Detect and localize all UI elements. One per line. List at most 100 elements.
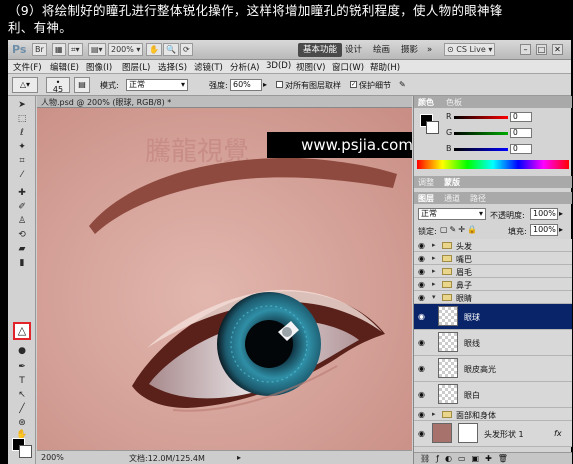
menu-analysis[interactable]: 分析(A) — [230, 61, 259, 73]
background-color-swatch[interactable] — [19, 445, 32, 458]
visibility-eye-icon[interactable]: ◉ — [418, 254, 425, 263]
blue-value[interactable]: 0 — [510, 144, 532, 154]
visibility-eye-icon[interactable]: ◉ — [418, 312, 425, 321]
fill-arrow[interactable]: ▸ — [559, 225, 563, 234]
gradient-tool-icon[interactable]: ▮ — [16, 258, 28, 268]
history-brush-tool-icon[interactable]: ⟲ — [16, 230, 28, 240]
visibility-eye-icon[interactable]: ◉ — [418, 410, 425, 419]
green-slider[interactable] — [454, 132, 508, 135]
color-spectrum[interactable] — [417, 160, 569, 169]
layer-row[interactable]: ◉ 眼白 — [414, 382, 572, 408]
bridge-button[interactable]: Br — [32, 43, 47, 56]
strength-arrow[interactable]: ▸ — [263, 80, 267, 89]
status-arrow-icon[interactable]: ▸ — [237, 453, 241, 462]
menu-window[interactable]: 窗口(W) — [332, 61, 364, 73]
red-value[interactable]: 0 — [510, 112, 532, 122]
brush-preset-picker[interactable]: • 45 — [46, 77, 70, 94]
tab-channels[interactable]: 通道 — [444, 193, 460, 204]
workspace-design[interactable]: 设计 — [340, 43, 367, 57]
group-expand-icon[interactable]: ▸ — [432, 241, 436, 249]
menu-layer[interactable]: 图层(L) — [122, 61, 150, 73]
mini-bridge-button[interactable]: ▦ — [52, 43, 66, 56]
group-expand-icon[interactable]: ▸ — [432, 254, 436, 262]
tool-preset-picker[interactable]: △▾ — [12, 77, 38, 93]
layer-group-row[interactable]: ◉ ▾ 眼睛 — [414, 291, 572, 304]
layer-group-row[interactable]: ◉ ▸ 头发 — [414, 239, 572, 252]
tab-layers[interactable]: 图层 — [418, 193, 434, 204]
layer-group-row[interactable]: ◉ ▸ 鼻子 — [414, 278, 572, 291]
blue-slider[interactable] — [454, 148, 508, 151]
workspace-painting[interactable]: 绘画 — [368, 43, 395, 57]
quick-select-tool-icon[interactable]: ✦ — [16, 142, 28, 152]
menu-help[interactable]: 帮助(H) — [370, 61, 400, 73]
vector-mask-thumbnail[interactable] — [458, 423, 478, 443]
zoom-level-select[interactable]: 200% ▾ — [108, 43, 144, 56]
eyedropper-tool-icon[interactable]: ⁄ — [16, 170, 28, 180]
hand-tool-button[interactable]: ✋ — [146, 43, 162, 56]
group-expand-icon[interactable]: ▸ — [432, 410, 436, 418]
path-selection-tool-icon[interactable]: ↖ — [16, 390, 28, 400]
move-tool-icon[interactable]: ➤ — [16, 100, 28, 110]
tab-adjustments[interactable]: 调整 — [418, 177, 434, 188]
menu-3d[interactable]: 3D(D) — [266, 61, 291, 71]
layer-row[interactable]: ◉ fx 头发形状 1 — [414, 421, 572, 447]
blend-mode-select[interactable]: 正常 ▾ — [418, 208, 486, 220]
fill-input[interactable]: 100% — [530, 224, 558, 236]
pen-tool-icon[interactable]: ✒ — [16, 362, 28, 372]
workspace-photography[interactable]: 摄影 — [396, 43, 423, 57]
zoom-tool-button[interactable]: 🔍 — [163, 43, 179, 56]
red-slider[interactable] — [454, 116, 508, 119]
minimize-button[interactable]: – — [520, 44, 531, 55]
protect-detail-checkbox[interactable]: ✓ — [350, 81, 357, 88]
visibility-eye-icon[interactable]: ◉ — [418, 338, 425, 347]
visibility-eye-icon[interactable]: ◉ — [418, 390, 425, 399]
opacity-arrow[interactable]: ▸ — [559, 209, 563, 218]
status-zoom[interactable]: 200% — [41, 453, 64, 462]
menu-file[interactable]: 文件(F) — [13, 61, 42, 73]
layer-row[interactable]: ◉ 眼球 — [414, 304, 572, 330]
dodge-tool-icon[interactable]: ● — [16, 346, 28, 356]
sharpen-tool-icon[interactable]: △ — [13, 322, 31, 340]
layer-footer-icons[interactable]: ⛓ƒ◐▭▣✚🗑 — [420, 454, 514, 463]
sample-all-checkbox[interactable] — [276, 81, 283, 88]
tab-swatches[interactable]: 色板 — [446, 97, 462, 108]
clone-stamp-tool-icon[interactable]: ♙ — [16, 216, 28, 226]
document-canvas[interactable]: 騰龍視覺 www.psjia.com — [37, 108, 412, 450]
visibility-eye-icon[interactable]: ◉ — [418, 267, 425, 276]
visibility-eye-icon[interactable]: ◉ — [418, 280, 425, 289]
menu-image[interactable]: 图像(I) — [86, 61, 112, 73]
tablet-pressure-icon[interactable]: ✎ — [399, 80, 406, 89]
type-tool-icon[interactable]: T — [16, 376, 28, 386]
tab-color[interactable]: 颜色 — [418, 97, 434, 108]
healing-brush-tool-icon[interactable]: ✚ — [16, 188, 28, 198]
lock-icons[interactable]: ▢✎✛🔒 — [440, 225, 479, 234]
close-button[interactable]: ✕ — [552, 44, 563, 55]
brush-tool-icon[interactable]: ✐ — [16, 202, 28, 212]
layer-row[interactable]: ◉ 眼线 — [414, 330, 572, 356]
visibility-eye-icon[interactable]: ◉ — [418, 293, 425, 302]
rotate-view-button[interactable]: ⟳ — [180, 43, 193, 56]
color-bg-swatch[interactable] — [426, 121, 439, 134]
tab-masks[interactable]: 蒙版 — [444, 177, 460, 188]
crop-tool-icon[interactable]: ⌗ — [16, 156, 28, 166]
layer-group-row[interactable]: ◉ ▸ 面部和身体 — [414, 408, 572, 421]
layer-effects-icon[interactable]: fx — [554, 429, 562, 438]
visibility-eye-icon[interactable]: ◉ — [418, 364, 425, 373]
menu-select[interactable]: 选择(S) — [158, 61, 187, 73]
shape-tool-icon[interactable]: ╱ — [16, 404, 28, 414]
group-expand-icon[interactable]: ▾ — [432, 293, 436, 301]
mode-select[interactable]: 正常 ▾ — [126, 79, 188, 91]
layer-row[interactable]: ◉ 眼皮高光 — [414, 356, 572, 382]
layer-group-row[interactable]: ◉ ▸ 嘴巴 — [414, 252, 572, 265]
strength-input[interactable]: 60% — [230, 79, 262, 91]
view-extras-button[interactable]: ⌗▾ — [68, 43, 83, 56]
green-value[interactable]: 0 — [510, 128, 532, 138]
menu-edit[interactable]: 编辑(E) — [50, 61, 79, 73]
brush-panel-toggle[interactable]: ▤ — [74, 77, 90, 93]
eraser-tool-icon[interactable]: ▰ — [16, 244, 28, 254]
workspace-essentials[interactable]: 基本功能 — [298, 43, 343, 57]
cs-live-button[interactable]: ⊙ CS Live ▾ — [444, 43, 496, 56]
tab-paths[interactable]: 路径 — [470, 193, 486, 204]
group-expand-icon[interactable]: ▸ — [432, 280, 436, 288]
layer-group-row[interactable]: ◉ ▸ 眉毛 — [414, 265, 572, 278]
